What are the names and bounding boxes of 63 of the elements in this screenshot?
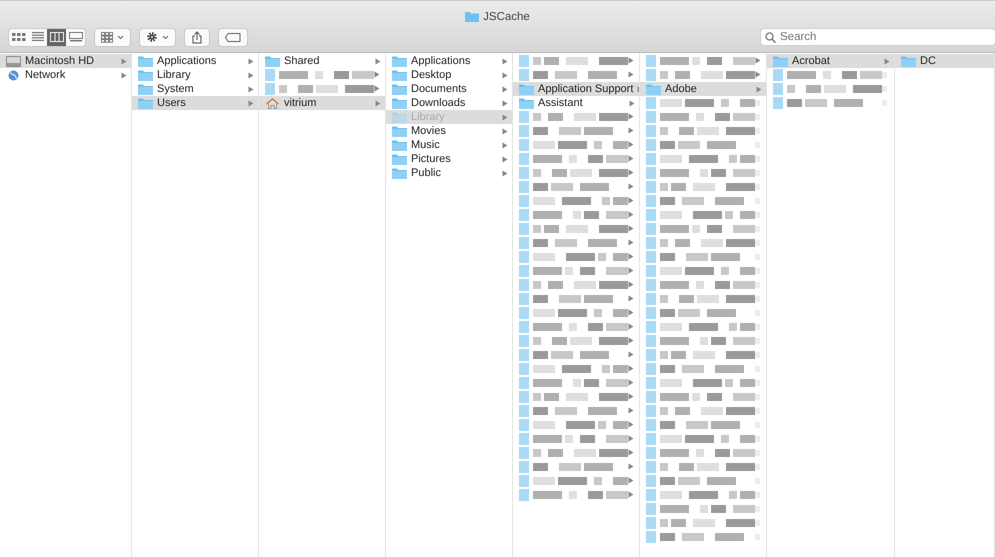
file-browser-row[interactable]: Macintosh HD [0, 54, 131, 68]
folder-icon [392, 56, 407, 66]
chevron-down-icon [162, 34, 169, 40]
file-browser-row[interactable]: Application Support [513, 82, 639, 96]
folder-icon [265, 56, 280, 66]
folder-icon [646, 84, 661, 94]
grid-icon [12, 32, 26, 42]
file-browser-row[interactable]: Movies [386, 124, 512, 138]
folder-icon [392, 112, 407, 122]
folder-icon [138, 84, 153, 94]
file-browser-row[interactable]: Downloads [386, 96, 512, 110]
file-browser-row[interactable]: Shared [259, 54, 385, 68]
folder-icon [392, 168, 407, 178]
file-browser-row[interactable]: DC [895, 54, 994, 68]
view-mode-selector[interactable] [8, 28, 86, 46]
file-browser-row[interactable]: Documents [386, 82, 512, 96]
file-browser-row[interactable]: Public [386, 166, 512, 180]
file-browser-row[interactable]: Network [0, 68, 131, 82]
folder-icon [392, 140, 407, 150]
grid-icon [101, 32, 113, 42]
file-browser-row[interactable]: Music [386, 138, 512, 152]
file-browser-row[interactable]: Pictures [386, 152, 512, 166]
folder-icon [392, 84, 407, 94]
action-button[interactable] [139, 28, 176, 46]
folder-icon [773, 56, 788, 66]
folder-icon [392, 70, 407, 80]
folder-icon [901, 56, 916, 66]
chevron-down-icon [117, 34, 124, 40]
columns-icon [50, 32, 64, 42]
folder-icon [392, 154, 407, 164]
file-browser-row[interactable]: vitrium [259, 96, 385, 110]
folder-icon [519, 98, 534, 108]
folder-icon [392, 126, 407, 136]
share-icon [191, 30, 203, 44]
folder-icon [519, 84, 534, 94]
file-browser-row[interactable]: Acrobat [767, 54, 894, 68]
group-button[interactable] [94, 28, 131, 46]
file-browser-row[interactable]: Adobe [640, 82, 766, 96]
folder-icon [138, 56, 153, 66]
file-browser-row[interactable]: Users [132, 96, 258, 110]
house-icon [265, 98, 280, 108]
file-browser-row[interactable]: System [132, 82, 258, 96]
globe-icon [6, 70, 21, 80]
search-icon [765, 32, 776, 43]
file-browser-row[interactable]: Desktop [386, 68, 512, 82]
folder-icon [138, 98, 153, 108]
folder-icon [392, 98, 407, 108]
file-browser-row[interactable]: Assistant [513, 96, 639, 110]
drive-icon [6, 56, 21, 66]
columns-view-button[interactable] [47, 28, 66, 46]
search-field[interactable]: Search [760, 28, 995, 46]
list-icon [30, 32, 44, 42]
window-title: JSCache [483, 10, 530, 22]
file-browser-row[interactable]: Applications [132, 54, 258, 68]
file-browser-row[interactable]: Applications [386, 54, 512, 68]
gear-icon [146, 31, 158, 43]
folder-icon [465, 11, 480, 22]
file-browser-row[interactable]: Library [132, 68, 258, 82]
tag-icon [225, 32, 241, 42]
tag-button[interactable] [218, 28, 248, 46]
share-button[interactable] [184, 28, 210, 46]
folder-icon [138, 70, 153, 80]
gallery-icon [68, 32, 82, 42]
